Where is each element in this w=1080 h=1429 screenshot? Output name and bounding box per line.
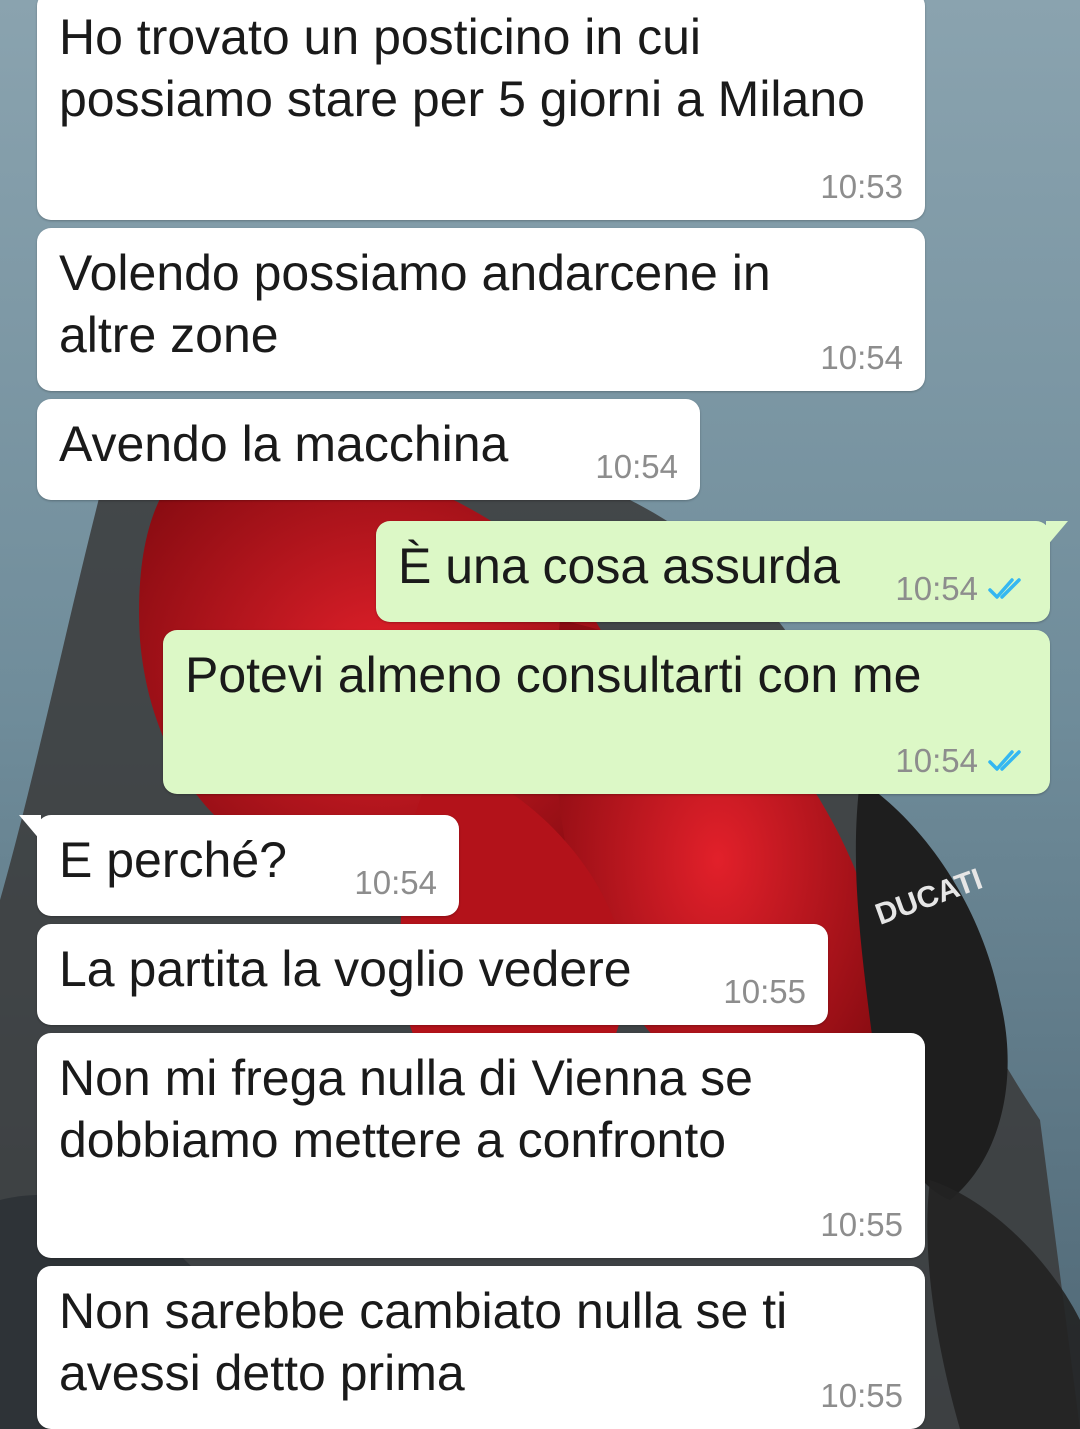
double-check-icon xyxy=(988,578,1021,599)
message-bubble-incoming[interactable]: La partita la voglio vedere 10:55 xyxy=(37,924,828,1025)
message-meta: 10:54 xyxy=(820,339,903,377)
bubble-tail xyxy=(19,815,41,841)
message-meta: 10:55 xyxy=(820,1206,903,1244)
message-timestamp: 10:53 xyxy=(820,168,903,205)
message-bubble-incoming[interactable]: Avendo la macchina 10:54 xyxy=(37,399,700,500)
double-check-icon xyxy=(988,750,1021,771)
message-timestamp: 10:55 xyxy=(820,1377,903,1414)
message-bubble-incoming[interactable]: Non sarebbe cambiato nulla se ti avessi … xyxy=(37,1266,925,1429)
message-meta: 10:54 xyxy=(895,570,1028,608)
message-bubble-incoming[interactable]: Volendo possiamo andarcene in altre zone… xyxy=(37,228,925,391)
message-meta: 10:55 xyxy=(723,973,806,1011)
message-timestamp: 10:54 xyxy=(895,742,978,779)
bubble-tail xyxy=(1046,521,1068,547)
message-bubble-outgoing[interactable]: È una cosa assurda 10:54 xyxy=(376,521,1068,622)
message-timestamp: 10:55 xyxy=(820,1206,903,1243)
message-bubble-outgoing[interactable]: Potevi almeno consultarti con me 10:54 xyxy=(163,630,1050,794)
message-text: La partita la voglio vedere xyxy=(59,941,632,997)
message-timestamp: 10:54 xyxy=(595,448,678,485)
message-meta: 10:54 xyxy=(595,448,678,486)
message-bubble-incoming[interactable]: E perché? 10:54 xyxy=(19,815,459,916)
message-text: Avendo la macchina xyxy=(59,416,509,472)
message-text: Non sarebbe cambiato nulla se ti avessi … xyxy=(59,1283,788,1401)
message-text: Volendo possiamo andarcene in altre zone xyxy=(59,245,771,363)
message-timestamp: 10:54 xyxy=(895,570,978,607)
message-timestamp: 10:54 xyxy=(354,864,437,901)
message-timestamp: 10:55 xyxy=(723,973,806,1010)
message-text: Ho trovato un posticino in cui possiamo … xyxy=(59,9,865,127)
message-timestamp: 10:54 xyxy=(820,339,903,376)
message-text: Non mi frega nulla di Vienna se dobbiamo… xyxy=(59,1050,753,1168)
message-meta: 10:53 xyxy=(820,168,903,206)
message-text: Potevi almeno consultarti con me xyxy=(185,647,922,703)
message-bubble-incoming[interactable]: Non mi frega nulla di Vienna se dobbiamo… xyxy=(37,1033,925,1258)
message-bubble-incoming[interactable]: Ho trovato un posticino in cui possiamo … xyxy=(37,0,925,220)
message-meta: 10:54 xyxy=(354,864,437,902)
message-meta: 10:55 xyxy=(820,1377,903,1415)
message-meta: 10:54 xyxy=(895,742,1028,780)
